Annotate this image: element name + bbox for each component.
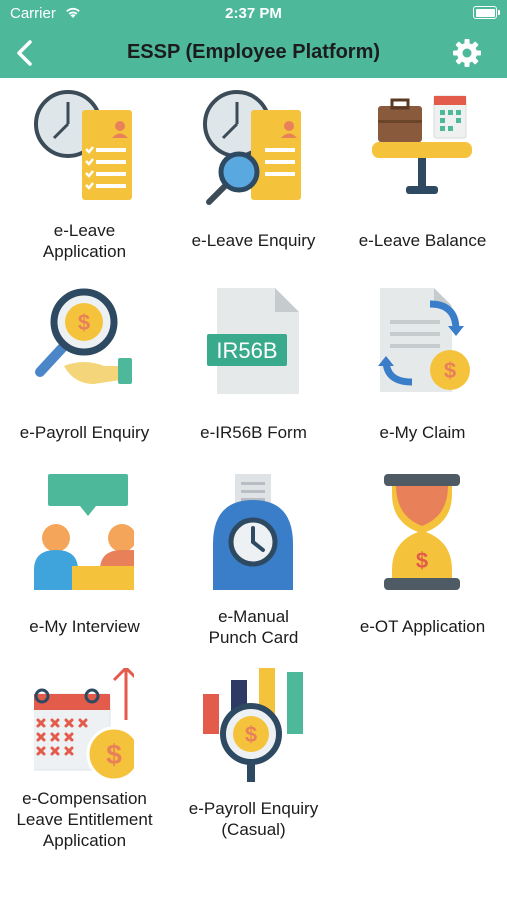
menu-item-label: e-Leave Application: [0, 220, 169, 262]
dollar-glyph: $: [78, 310, 90, 335]
menu-item-my-claim[interactable]: $ e-My Claim: [338, 282, 507, 452]
dollar-glyph: $: [245, 722, 257, 747]
menu-item-leave-enquiry[interactable]: e-Leave Enquiry: [169, 86, 338, 266]
status-time: 2:37 PM: [225, 5, 282, 22]
menu-item-text: e-My Claim: [379, 423, 466, 442]
menu-item-label: e-My Interview: [0, 616, 169, 637]
status-bar: Carrier 2:37 PM: [0, 0, 507, 28]
menu-item-text: e-OT Application: [359, 617, 486, 636]
menu-item-payroll-enquiry-casual[interactable]: $ e-Payroll Enquiry (Casual): [169, 668, 338, 858]
navigation-bar: ESSP (Employee Platform): [0, 28, 507, 78]
ir56b-form-icon: IR56B: [207, 288, 299, 394]
my-interview-icon: [34, 474, 134, 590]
battery-icon: [473, 6, 500, 19]
menu-item-text: e-IR56B Form: [200, 423, 307, 442]
leave-application-icon: [34, 90, 132, 200]
gear-icon[interactable]: [451, 37, 483, 69]
dollar-glyph: $: [444, 358, 456, 383]
ir56b-icon-text: IR56B: [216, 338, 277, 363]
menu-item-text: e-Payroll Enquiry: [19, 423, 150, 442]
leave-balance-icon: [372, 95, 472, 194]
my-claim-icon: $: [378, 288, 470, 392]
menu-item-ir56b-form[interactable]: IR56B e-IR56B Form: [169, 282, 338, 452]
menu-item-text: e-Compensation Leave Entitlement Applica…: [16, 789, 153, 850]
menu-item-label: e-Leave Enquiry: [169, 230, 338, 251]
menu-item-text: e-Payroll Enquiry (Casual): [188, 799, 319, 839]
dollar-glyph: $: [416, 548, 428, 573]
menu-item-compensation-leave[interactable]: $ e-Compensation Leave Entitlement Appli…: [0, 668, 169, 858]
menu-item-text: e-Leave Enquiry: [191, 231, 316, 250]
page-title: ESSP (Employee Platform): [126, 41, 381, 63]
menu-item-manual-punch-card[interactable]: e-Manual Punch Card: [169, 474, 338, 654]
leave-enquiry-icon: [203, 90, 301, 205]
menu-item-leave-balance[interactable]: e-Leave Balance: [338, 86, 507, 266]
menu-item-label: e-IR56B Form: [169, 422, 338, 443]
menu-item-leave-application[interactable]: e-Leave Application: [0, 86, 169, 266]
menu-item-label: e-OT Application: [338, 616, 507, 637]
menu-item-label: e-My Claim: [338, 422, 507, 443]
ot-application-icon: $: [384, 474, 460, 590]
payroll-casual-icon: $: [203, 668, 303, 782]
menu-item-text: e-Manual Punch Card: [208, 607, 299, 647]
dollar-glyph: $: [106, 739, 122, 770]
menu-item-text: e-Leave Balance: [358, 231, 487, 250]
payroll-enquiry-icon: $: [35, 288, 132, 384]
menu-item-text: e-Leave Application: [42, 221, 127, 261]
menu-item-label: e-Compensation Leave Entitlement Applica…: [0, 788, 169, 851]
compensation-leave-icon: $: [34, 668, 134, 782]
menu-item-label: e-Manual Punch Card: [169, 606, 338, 648]
menu-item-text: e-My Interview: [29, 617, 140, 636]
menu-item-payroll-enquiry[interactable]: $ e-Payroll Enquiry: [0, 282, 169, 452]
menu-item-label: e-Payroll Enquiry: [0, 422, 169, 443]
menu-item-label: e-Leave Balance: [338, 230, 507, 251]
punch-card-icon: [213, 474, 293, 590]
menu-item-label: e-Payroll Enquiry (Casual): [169, 798, 338, 840]
menu-item-ot-application[interactable]: $ e-OT Application: [338, 474, 507, 644]
menu-item-my-interview[interactable]: e-My Interview: [0, 474, 169, 644]
